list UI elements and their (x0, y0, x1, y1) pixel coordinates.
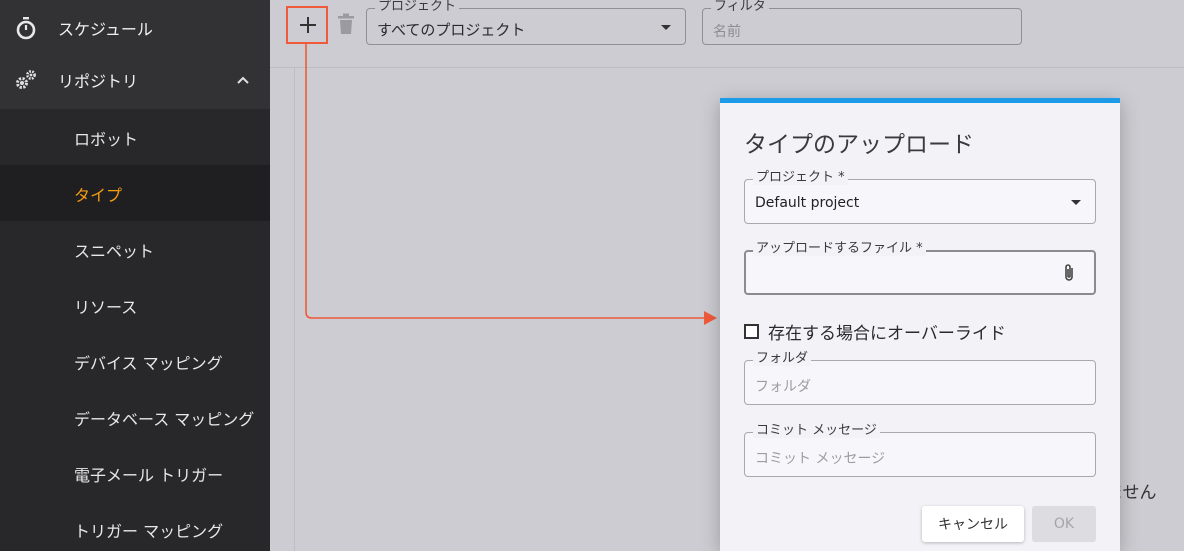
sidebar-item-label: 電子メール トリガー (74, 466, 224, 485)
dialog-title: タイプのアップロード (744, 132, 974, 158)
sidebar-item-label: タイプ (74, 186, 123, 205)
dialog-project-select[interactable]: プロジェクト * Default project (744, 171, 1096, 224)
sidebar-item-label: データベース マッピング (74, 410, 255, 429)
plus-icon (300, 17, 316, 33)
folder-input-placeholder: フォルダ (755, 379, 811, 395)
divider (294, 68, 295, 551)
commit-message-label: コミット メッセージ (753, 424, 880, 438)
sidebar-item-repository[interactable]: リポジトリ (0, 52, 270, 108)
sidebar-item-email-trigger[interactable]: 電子メール トリガー (0, 445, 270, 501)
filter-input[interactable]: フィルタ 名前 (702, 0, 1022, 45)
filter-input-label: フィルタ (711, 0, 769, 14)
sidebar-item-trigger-mapping[interactable]: トリガー マッピング (0, 501, 270, 551)
sidebar-item-label: デバイス マッピング (74, 354, 223, 373)
sidebar-item-label: リソース (74, 298, 138, 317)
sidebar-item-label: ロボット (74, 130, 139, 149)
commit-message-input[interactable]: コミット メッセージ コミット メッセージ (744, 424, 1096, 477)
project-select-label: プロジェクト (375, 0, 460, 14)
caret-down-icon (661, 25, 671, 30)
caret-down-icon (1071, 200, 1081, 205)
project-select-value: すべてのプロジェクト (377, 21, 526, 39)
commit-message-placeholder: コミット メッセージ (755, 451, 886, 467)
cancel-button[interactable]: キャンセル (922, 506, 1024, 542)
sidebar-item-types[interactable]: タイプ (0, 165, 270, 221)
chevron-up-icon[interactable] (234, 71, 252, 89)
override-checkbox[interactable] (744, 324, 759, 339)
sidebar-item-label: トリガー マッピング (74, 522, 224, 541)
sidebar-item-robots[interactable]: ロボット (0, 109, 270, 165)
file-upload-label: アップロードするファイル * (753, 242, 926, 256)
toolbar: プロジェクト すべてのプロジェクト フィルタ 名前 (270, 0, 1184, 68)
sidebar-item-snippets[interactable]: スニペット (0, 221, 270, 277)
sidebar-item-label: スケジュール (58, 20, 153, 39)
sidebar: スケジュール リポジトリ ロボット タイプ スニペット リソース デバイス マッ… (0, 0, 270, 551)
override-label: 存在する場合にオーバーライド (768, 324, 1006, 344)
gears-icon (16, 70, 36, 89)
filter-input-placeholder: 名前 (713, 24, 741, 40)
sidebar-item-label: スニペット (74, 242, 155, 261)
paperclip-icon[interactable] (1062, 263, 1076, 283)
sidebar-item-database-mapping[interactable]: データベース マッピング (0, 389, 270, 445)
sidebar-item-resources[interactable]: リソース (0, 277, 270, 333)
stopwatch-icon (16, 17, 36, 40)
folder-input-label: フォルダ (753, 352, 812, 366)
sidebar-item-schedule[interactable]: スケジュール (0, 0, 270, 56)
sidebar-item-device-mapping[interactable]: デバイス マッピング (0, 333, 270, 389)
dialog-project-value: Default project (755, 195, 860, 211)
folder-input[interactable]: フォルダ フォルダ (744, 352, 1096, 405)
file-upload-field[interactable]: アップロードするファイル * (744, 242, 1096, 295)
ok-button[interactable]: OK (1032, 506, 1096, 542)
override-option[interactable]: 存在する場合にオーバーライド (744, 319, 1006, 344)
dialog-project-label: プロジェクト * (753, 171, 848, 185)
sidebar-item-label: リポジトリ (58, 72, 139, 91)
add-button[interactable] (286, 6, 328, 44)
upload-type-dialog: タイプのアップロード プロジェクト * Default project アップロ… (720, 98, 1120, 551)
trash-icon[interactable] (337, 13, 355, 35)
project-select[interactable]: プロジェクト すべてのプロジェクト (366, 0, 686, 45)
